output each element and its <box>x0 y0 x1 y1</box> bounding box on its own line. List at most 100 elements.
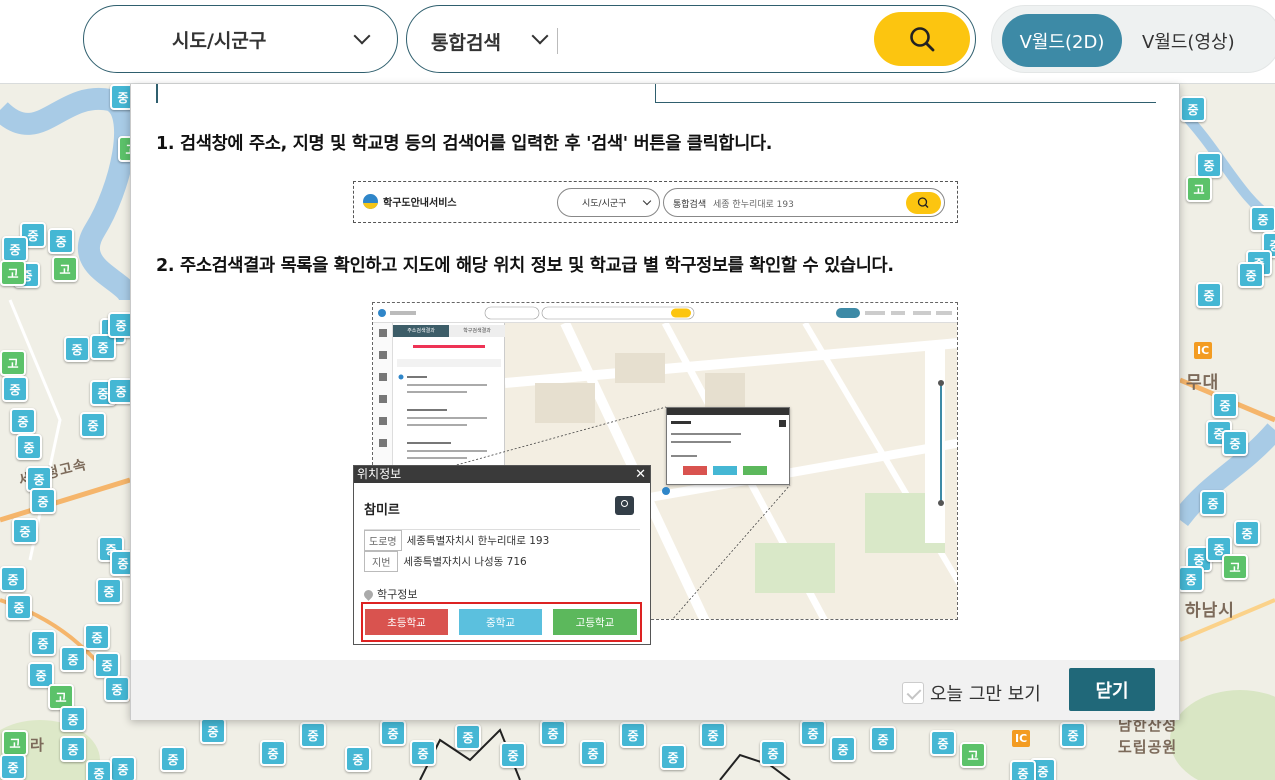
map-label: 무대 <box>1186 373 1220 393</box>
top-bar: 시도/시군구 통합검색 V월드(2D) V월드(영상) <box>0 0 1275 84</box>
middle-school-marker[interactable]: 중 <box>500 742 526 768</box>
place-name: 참미르 <box>364 503 400 518</box>
help-modal: 1. 검색창에 주소, 지명 및 학교명 등의 검색어를 입력한 후 '검색' … <box>130 84 1180 720</box>
close-icon: ✕ <box>635 467 646 482</box>
middle-school-marker[interactable]: 중 <box>1238 262 1264 288</box>
middle-school-marker[interactable]: 중 <box>6 594 32 620</box>
middle-school-marker[interactable]: 중 <box>380 720 406 746</box>
dont-show-checkbox[interactable] <box>902 682 924 704</box>
middle-school-marker[interactable]: 중 <box>160 746 186 772</box>
middle-school-marker[interactable]: 중 <box>64 336 90 362</box>
middle-school-marker[interactable]: 중 <box>300 722 326 748</box>
tab-active[interactable] <box>156 84 656 103</box>
middle-school-marker[interactable]: 중 <box>540 720 566 746</box>
illus-region-select: 시도/시군구 <box>557 188 660 217</box>
high-school-marker[interactable]: 고 <box>1222 554 1248 580</box>
middle-school-marker[interactable]: 중 <box>1010 760 1036 780</box>
map-label: 하남시 <box>1185 601 1235 621</box>
tab-inactive[interactable] <box>656 84 1156 103</box>
school-level-buttons-highlight: 초등학교 중학교 고등학교 <box>361 602 642 642</box>
middle-school-marker[interactable]: 중 <box>30 630 56 656</box>
middle-school-marker[interactable]: 중 <box>760 740 786 766</box>
search-icon <box>917 197 929 208</box>
middle-school-marker[interactable]: 중 <box>455 724 481 750</box>
middle-school-marker[interactable]: 중 <box>1060 722 1086 748</box>
middle-school-marker[interactable]: 중 <box>870 726 896 752</box>
middle-school-marker[interactable]: 중 <box>1222 430 1248 456</box>
high-school-marker[interactable]: 고 <box>1186 176 1212 202</box>
view-2d-button[interactable]: V월드(2D) <box>1002 14 1122 67</box>
map-label: 라 <box>30 736 45 754</box>
modal-footer: 오늘 그만 보기 닫기 <box>131 660 1179 720</box>
middle-school-marker[interactable]: 중 <box>0 754 26 780</box>
region-select[interactable]: 시도/시군구 <box>83 5 398 73</box>
search-button[interactable] <box>874 12 970 66</box>
middle-school-marker[interactable]: 중 <box>48 228 74 254</box>
middle-school-marker[interactable]: 중 <box>410 740 436 766</box>
middle-school-marker[interactable]: 중 <box>0 566 26 592</box>
middle-school-marker[interactable]: 중 <box>80 412 106 438</box>
middle-school-marker[interactable]: 중 <box>110 756 136 780</box>
dont-show-label: 오늘 그만 보기 <box>930 684 1041 705</box>
illus-elementary-button: 초등학교 <box>365 609 448 635</box>
middle-school-marker[interactable]: 중 <box>104 676 130 702</box>
middle-school-marker[interactable]: 중 <box>94 652 120 678</box>
middle-school-marker[interactable]: 중 <box>1180 96 1206 122</box>
middle-school-marker[interactable]: 중 <box>800 720 826 746</box>
search-bar-illustration: 학구도안내서비스 시도/시군구 통합검색 세종 한누리대로 193 <box>353 181 958 223</box>
middle-school-marker[interactable]: 중 <box>345 746 371 772</box>
high-school-marker[interactable]: 고 <box>960 742 986 768</box>
middle-school-marker[interactable]: 중 <box>16 434 42 460</box>
middle-school-marker[interactable]: 중 <box>660 744 686 770</box>
middle-school-marker[interactable]: 중 <box>96 578 122 604</box>
jibun-address-row: 지번 세종특별자치시 나성동 716 <box>364 551 527 572</box>
middle-school-marker[interactable]: 중 <box>84 624 110 650</box>
high-school-marker[interactable]: 고 <box>2 730 28 756</box>
middle-school-marker[interactable]: 중 <box>30 488 56 514</box>
high-school-marker[interactable]: 고 <box>0 260 26 286</box>
middle-school-marker[interactable]: 중 <box>1196 152 1222 178</box>
middle-school-marker[interactable]: 중 <box>620 722 646 748</box>
search-type-select[interactable]: 통합검색 <box>431 28 501 55</box>
middle-school-marker[interactable]: 중 <box>1196 282 1222 308</box>
middle-school-marker[interactable]: 중 <box>1250 206 1275 232</box>
logo-icon <box>363 194 378 209</box>
illus-search-button <box>906 192 941 214</box>
middle-school-marker[interactable]: 중 <box>580 740 606 766</box>
middle-school-marker[interactable]: 중 <box>60 646 86 672</box>
ic-icon: IC <box>1194 342 1213 359</box>
middle-school-marker[interactable]: 중 <box>830 736 856 762</box>
middle-school-marker[interactable]: 중 <box>700 722 726 748</box>
middle-school-marker[interactable]: 중 <box>200 718 226 744</box>
middle-school-marker[interactable]: 중 <box>930 730 956 756</box>
search-input[interactable] <box>567 21 867 59</box>
middle-school-marker[interactable]: 중 <box>260 740 286 766</box>
middle-school-marker[interactable]: 중 <box>10 408 36 434</box>
middle-school-marker[interactable]: 중 <box>12 518 38 544</box>
high-school-marker[interactable]: 고 <box>0 350 26 376</box>
middle-school-marker[interactable]: 중 <box>60 736 86 762</box>
divider <box>557 28 558 54</box>
middle-school-marker[interactable]: 중 <box>86 760 112 780</box>
location-info-popup: 위치정보 ✕ 참미르 도로명 세종특별자치시 한누리대로 193 지번 세종특별… <box>353 465 651 645</box>
middle-school-marker[interactable]: 중 <box>1212 392 1238 418</box>
illus-search-type: 통합검색 <box>673 200 707 210</box>
map-view-toggle: V월드(2D) V월드(영상) <box>991 5 1275 73</box>
region-select-label: 시도/시군구 <box>172 29 267 52</box>
illus-search-value: 세종 한누리대로 193 <box>713 200 794 210</box>
view-video-button[interactable]: V월드(영상) <box>1142 28 1235 54</box>
middle-school-marker[interactable]: 중 <box>1200 490 1226 516</box>
step1-text: 1. 검색창에 주소, 지명 및 학교명 등의 검색어를 입력한 후 '검색' … <box>156 134 773 154</box>
chevron-down-icon[interactable] <box>531 27 549 45</box>
middle-school-marker[interactable]: 중 <box>1234 520 1260 546</box>
high-school-marker[interactable]: 고 <box>52 256 78 282</box>
dont-show-today[interactable]: 오늘 그만 보기 <box>902 680 1041 706</box>
middle-school-marker[interactable]: 중 <box>2 236 28 262</box>
navigation-icon <box>615 496 634 515</box>
close-button[interactable]: 닫기 <box>1069 668 1155 711</box>
illus-high-button: 고등학교 <box>553 609 637 635</box>
middle-school-marker[interactable]: 중 <box>60 706 86 732</box>
illus-region-label: 시도/시군구 <box>582 199 627 209</box>
middle-school-marker[interactable]: 중 <box>1178 566 1204 592</box>
middle-school-marker[interactable]: 중 <box>2 376 28 402</box>
